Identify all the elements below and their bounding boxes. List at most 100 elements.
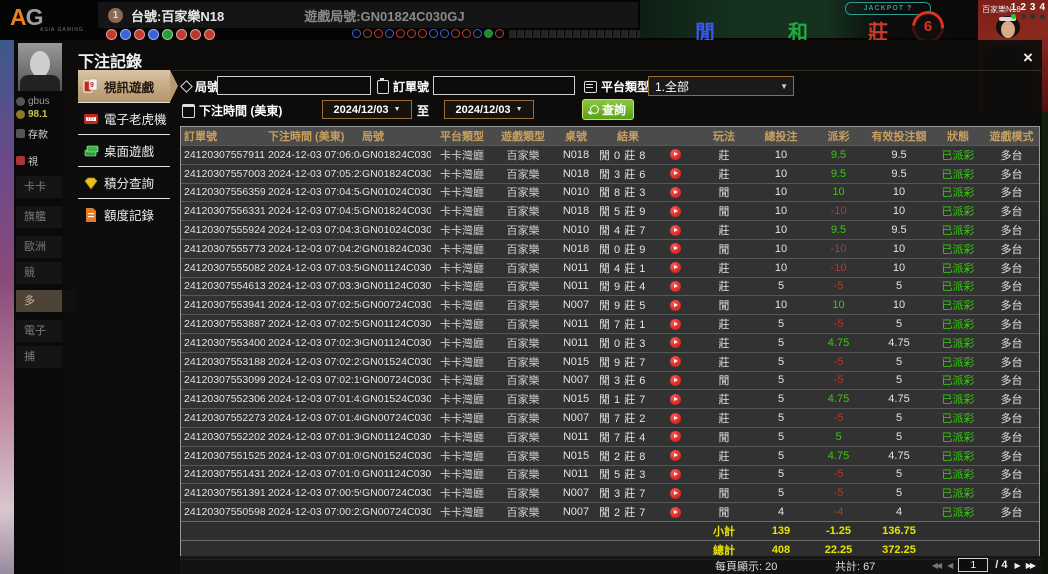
platform-cell: 卡卡灣廳: [440, 206, 484, 219]
play-icon[interactable]: [670, 262, 681, 274]
seat-number[interactable]: 2: [1020, 2, 1026, 19]
game-cell: 百家樂: [506, 488, 540, 501]
play-icon[interactable]: [670, 431, 681, 443]
platform-cell: 卡卡灣廳: [440, 469, 484, 482]
game-round-label: 遊戲局號:GN01824C030GJ: [304, 8, 465, 24]
play-icon[interactable]: [670, 337, 681, 349]
result-cell: 閒 9 莊 5: [599, 297, 697, 313]
modal-title: 下注記錄: [78, 54, 143, 71]
last-page-icon[interactable]: ▶▶: [1026, 561, 1036, 570]
play-icon[interactable]: [670, 318, 681, 330]
platform-cell: 卡卡灣廳: [440, 300, 484, 313]
page-input[interactable]: [958, 558, 989, 572]
platform-select[interactable]: 1.全部 ▼: [648, 76, 794, 96]
seat-number[interactable]: 4: [1039, 2, 1045, 19]
result-text: 閒 2 莊 8: [599, 450, 646, 463]
play-icon[interactable]: [670, 168, 681, 180]
order-input[interactable]: [433, 76, 575, 95]
play-icon[interactable]: [670, 374, 681, 386]
play-icon[interactable]: [670, 299, 681, 311]
bet-cell: 10: [774, 205, 788, 218]
play-icon[interactable]: [670, 186, 681, 198]
search-button[interactable]: 查詢: [582, 99, 635, 120]
payout-cell: 9.5: [830, 148, 847, 161]
time-cell: 2024-12-03 07:01:42: [268, 393, 361, 406]
game-cell: 百家樂: [506, 225, 540, 238]
round-input[interactable]: [217, 76, 371, 95]
date-from-picker[interactable]: 2024/12/03 ▼: [322, 100, 412, 119]
result-cell: 閒 2 莊 7: [599, 504, 697, 520]
game-cell: 百家樂: [506, 281, 540, 294]
result-cell: 閒 5 莊 3: [599, 466, 697, 482]
play-cell: 莊: [718, 469, 730, 482]
time-cell: 2024-12-03 07:03:30: [268, 280, 361, 293]
round-cell: GN00724C030FI: [362, 506, 431, 519]
play-icon[interactable]: [670, 243, 681, 255]
table-no-cell: N011: [563, 280, 589, 293]
play-icon[interactable]: [670, 506, 681, 518]
mode-cell: 多台: [1000, 431, 1023, 444]
deposit-button[interactable]: 存款: [16, 126, 48, 141]
round-cell: GN01824C030GI: [362, 148, 431, 161]
payout-cell: -5: [833, 280, 844, 293]
table-no-cell: N007: [562, 299, 590, 312]
table-row: 241203075531880 2024-12-03 07:02:23 GN0152…: [181, 351, 1039, 371]
sidebar-item-slot-games[interactable]: 777 電子老虎機: [78, 102, 170, 134]
table-row: 241203075513912 2024-12-03 07:00:59 GN0072…: [181, 483, 1039, 503]
status-cell: 已派彩: [941, 262, 975, 275]
play-icon[interactable]: [670, 224, 681, 236]
play-icon[interactable]: [670, 412, 681, 424]
time-cell: 2024-12-03 07:03:50: [268, 261, 361, 274]
status-cell: 已派彩: [941, 450, 975, 463]
play-icon[interactable]: [670, 149, 681, 161]
play-icon[interactable]: [670, 280, 681, 292]
bet-time-label: 下注時間 (美東): [182, 102, 282, 119]
time-cell: 2024-12-03 07:04:54: [268, 186, 361, 199]
play-icon[interactable]: [670, 487, 681, 499]
sidebar-item-video-games[interactable]: 9 視訊遊戲: [78, 70, 178, 102]
column-header: 下注時間 (美東): [268, 131, 345, 143]
seat-selector[interactable]: 1234: [1011, 2, 1045, 19]
sidebar-item-label: 額度記錄: [104, 209, 155, 223]
seat-number[interactable]: 3: [1030, 2, 1035, 19]
sidebar-item-credit-records[interactable]: 額度記錄: [78, 198, 170, 230]
order-cell: 241203075579110: [184, 148, 265, 161]
category-video[interactable]: 視: [16, 153, 38, 168]
play-icon[interactable]: [670, 205, 681, 217]
sidebar-item-table-games[interactable]: 桌面遊戲: [78, 134, 170, 166]
platform-cell: 卡卡灣廳: [440, 187, 484, 200]
play-icon[interactable]: [670, 450, 681, 462]
time-cell: 2024-12-03 07:00:22: [268, 506, 361, 519]
valid-cell: 4.75: [888, 393, 910, 406]
play-icon[interactable]: [670, 393, 681, 405]
order-cell: 241203075530994: [184, 374, 265, 387]
sidebar-item-points-query[interactable]: 積分查詢: [78, 166, 170, 198]
platform-cell: 卡卡灣廳: [440, 431, 484, 444]
bet-cell: 5: [777, 468, 785, 481]
seat-number[interactable]: 1: [1011, 2, 1016, 19]
round-cell: GN01524C030GF: [362, 355, 431, 368]
close-icon[interactable]: ×: [1018, 48, 1038, 68]
first-page-icon[interactable]: ◀◀: [932, 561, 942, 570]
valid-cell: 10: [892, 261, 906, 274]
user-row: gbus: [16, 96, 50, 107]
table-row: 241203075523067 2024-12-03 07:01:42 GN0152…: [181, 389, 1039, 409]
payout-cell: 5: [835, 430, 842, 443]
time-cell: 2024-12-03 07:02:30: [268, 336, 361, 349]
prev-page-icon[interactable]: ◀: [947, 561, 953, 570]
next-page-icon[interactable]: ▶: [1015, 561, 1021, 570]
column-header: 遊戲類型: [501, 131, 545, 143]
column-header: 局號: [362, 131, 384, 143]
slot-machine-icon: 777: [83, 111, 99, 127]
play-icon[interactable]: [670, 468, 681, 480]
date-to-picker[interactable]: 2024/12/03 ▼: [444, 100, 534, 119]
chip-icon: [148, 29, 159, 40]
bet-cell: 5: [777, 374, 785, 387]
status-cell: 已派彩: [941, 431, 975, 444]
play-cell: 莊: [718, 413, 730, 426]
play-icon[interactable]: [670, 356, 681, 368]
bead-icon: [473, 29, 482, 38]
sidebar-item-label: 電子老虎機: [104, 113, 167, 127]
bet-cell: 10: [774, 224, 788, 237]
game-cell: 百家樂: [506, 507, 540, 520]
